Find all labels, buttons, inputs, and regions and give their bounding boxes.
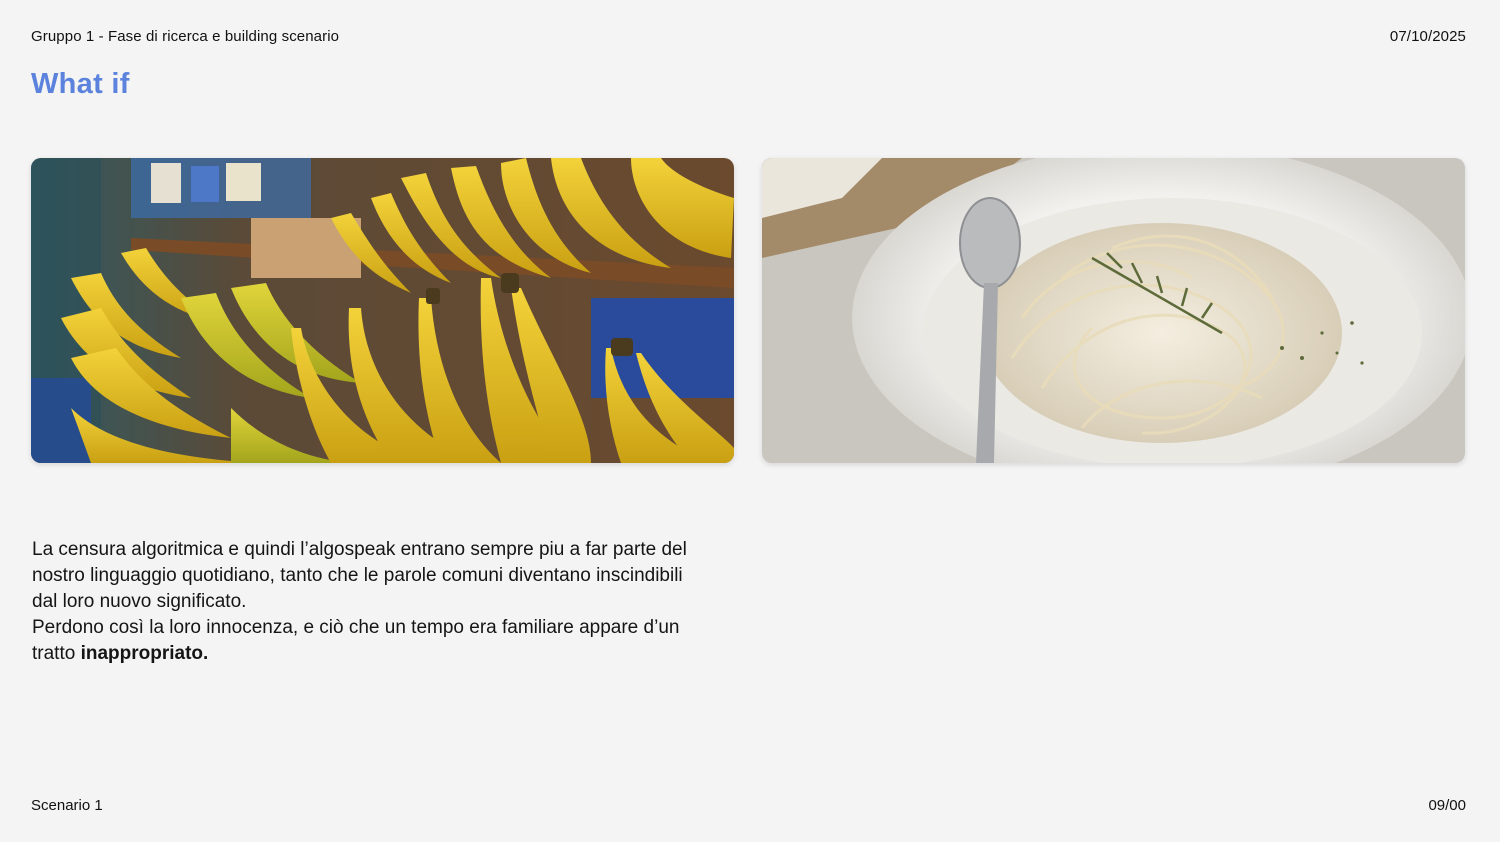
- header-project-title: Gruppo 1 - Fase di ricerca e building sc…: [31, 28, 340, 45]
- body-paragraph-1: La censura algoritmica e quindi l’algosp…: [32, 539, 687, 612]
- bananas-photo: [31, 158, 734, 463]
- spaghetti-cream-sauce-image: [762, 158, 1465, 463]
- bananas-image: [31, 158, 734, 463]
- body-emphasis: inappropriato.: [80, 643, 209, 664]
- footer-scenario-label: Scenario 1: [31, 797, 103, 814]
- body-paragraph-2: Perdono così la loro innocenza, e ciò ch…: [32, 615, 712, 667]
- pasta-photo: [762, 158, 1465, 463]
- footer-page-number: 09/00: [1428, 797, 1466, 814]
- slide-title: What if: [31, 68, 130, 100]
- body-text: La censura algoritmica e quindi l’algosp…: [32, 537, 712, 667]
- header-date: 07/10/2025: [1389, 28, 1466, 45]
